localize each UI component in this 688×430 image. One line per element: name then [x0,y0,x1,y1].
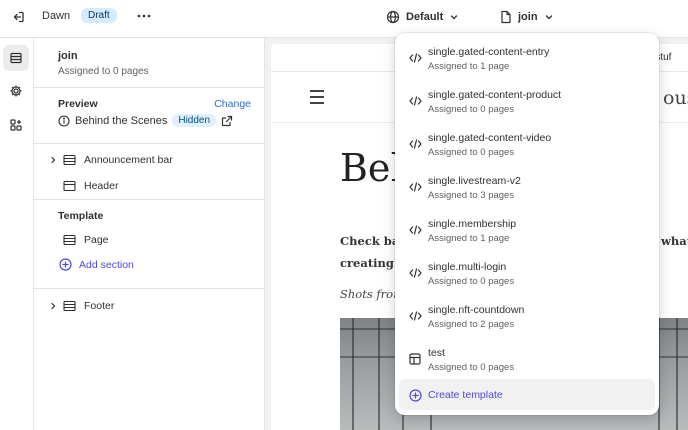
template-option-assigned: Assigned to 1 page [428,61,510,72]
template-option[interactable]: single.livestream-v2 Assigned to 3 pages [395,165,659,208]
divider [34,288,265,289]
template-option-name: single.nft-countdown [428,304,525,316]
exit-icon [13,11,24,23]
code-icon [408,137,422,151]
plus-circle-icon [59,258,72,271]
template-option[interactable]: single.multi-login Assigned to 0 pages [395,251,659,294]
template-selector-label: join [518,11,538,23]
page-icon [501,10,511,24]
preview-label: Preview [58,98,98,110]
section-group-icon [61,154,77,166]
section-announcement-bar[interactable]: Announcement bar [47,151,173,169]
code-icon [408,180,422,194]
hamburger-menu-icon[interactable] [310,90,324,104]
left-rail [0,38,34,430]
template-option-assigned: Assigned to 3 pages [428,190,515,201]
exit-button[interactable] [6,7,30,27]
template-option-assigned: Assigned to 0 pages [428,276,515,287]
section-group-icon [61,300,77,312]
preview-page-title: Behind the Scenes [75,114,168,127]
chevron-right-icon[interactable] [47,156,59,164]
info-icon [58,114,70,127]
section-label: Announcement bar [84,154,173,166]
template-option-assigned: Assigned to 2 pages [428,319,515,330]
template-option-name: single.livestream-v2 [428,175,521,187]
view-selector[interactable]: Default [386,7,459,27]
template-option-assigned: Assigned to 0 pages [428,104,515,115]
rail-sections-button[interactable] [3,45,29,71]
code-icon [408,309,422,323]
divider [34,143,265,144]
template-option-name: single.gated-content-product [428,89,562,101]
template-option-name: test [428,347,445,359]
rail-apps-button[interactable] [3,112,29,138]
page-intro-text-right: what t [661,234,688,248]
template-option-assigned: Assigned to 0 pages [428,147,515,158]
template-option-name: single.gated-content-entry [428,46,550,58]
code-icon [408,223,422,237]
template-option-assigned: Assigned to 1 page [428,233,510,244]
template-name: join [58,50,78,62]
create-template-label: Create template [428,389,503,401]
section-label: Page [84,234,109,246]
template-option[interactable]: single.gated-content-video Assigned to 0… [395,122,659,165]
template-option-assigned: Assigned to 0 pages [428,362,515,373]
code-icon [408,266,422,280]
template-option-name: single.gated-content-video [428,132,552,144]
chevron-down-icon [545,15,552,20]
template-option[interactable]: single.gated-content-entry Assigned to 1… [395,36,659,79]
hidden-badge: Hidden [172,114,217,127]
sections-icon [10,52,22,64]
template-option[interactable]: single.nft-countdown Assigned to 2 pages [395,294,659,337]
apps-icon [10,119,22,131]
rail-settings-button[interactable] [3,78,29,104]
template-option[interactable]: single.gated-content-product Assigned to… [395,79,659,122]
section-header[interactable]: Header [47,177,118,195]
more-actions-button[interactable] [134,7,154,25]
template-option-name: single.multi-login [428,261,507,273]
create-template-button[interactable]: Create template [399,379,655,410]
add-section-button[interactable]: Add section [59,258,134,271]
template-section-title: Template [58,210,104,222]
template-option[interactable]: single.membership Assigned to 1 page [395,208,659,251]
layout-icon [408,352,422,366]
section-footer[interactable]: Footer [47,297,114,315]
more-horizontal-icon [137,14,151,18]
section-icon [61,180,77,192]
template-dropdown: single.gated-content-entry Assigned to 1… [395,33,659,415]
preview-page: Behind the Scenes Hidden [58,114,233,127]
template-assigned: Assigned to 0 pages [58,66,149,77]
external-link-icon[interactable] [221,115,233,127]
template-selector[interactable]: join [500,7,554,27]
chevron-right-icon[interactable] [47,302,59,310]
view-selector-label: Default [406,11,444,23]
section-page[interactable]: Page [47,231,109,249]
code-icon [408,51,422,65]
section-label: Header [84,180,119,192]
section-icon [61,234,77,246]
divider [34,199,265,200]
change-preview-link[interactable]: Change [214,98,251,110]
template-option[interactable]: test Assigned to 0 pages [395,337,659,380]
sections-sidebar: join Assigned to 0 pages Preview Change … [34,38,265,430]
theme-name: Dawn [42,10,71,22]
code-icon [408,94,422,108]
plus-circle-icon [408,388,422,402]
template-option-name: single.membership [428,218,517,230]
chevron-down-icon [451,15,458,20]
page-caption: Shots fror [340,287,399,301]
status-badge: Draft [81,8,117,23]
globe-icon [386,10,400,24]
add-section-label: Add section [79,258,134,271]
divider [34,87,265,88]
store-logo-text: ouse [663,87,688,109]
section-label: Footer [84,300,115,312]
gear-icon [10,85,22,97]
